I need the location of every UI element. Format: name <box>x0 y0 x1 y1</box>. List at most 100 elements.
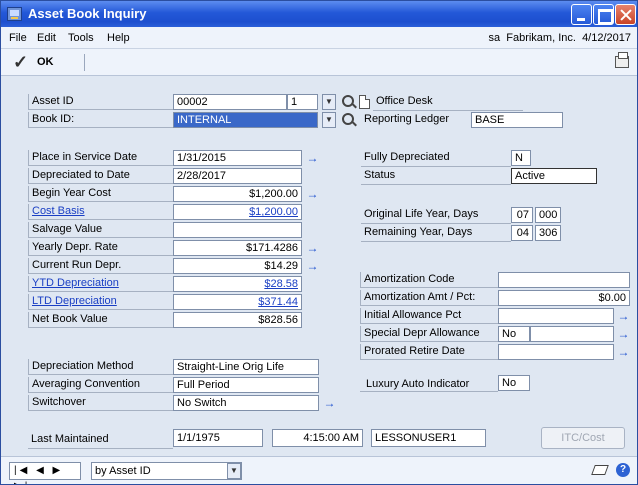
begin-year-cost-label: Begin Year Cost <box>28 186 173 202</box>
place-in-service-expand-icon[interactable]: → <box>305 151 320 166</box>
user-company-date: sa Fabrikam, Inc. 4/12/2017 <box>489 32 632 44</box>
prorated-retire-label: Prorated Retire Date <box>360 344 498 360</box>
user-date: 4/12/2017 <box>582 32 631 44</box>
begin-year-cost-field: $1,200.00 <box>173 186 302 202</box>
asset-id-dropdown-icon[interactable]: ▼ <box>322 94 336 110</box>
toolbar: ✓ OK <box>1 49 637 76</box>
user-name: sa <box>488 32 501 44</box>
ytd-depreciation-link[interactable]: YTD Depreciation <box>28 276 173 292</box>
company-name: Fabrikam, Inc. <box>506 32 576 44</box>
book-lookup-icon[interactable] <box>342 113 354 125</box>
initial-allowance-label: Initial Allowance Pct <box>360 308 498 324</box>
amortization-code-field <box>498 272 630 288</box>
ytd-depreciation-value-link[interactable]: $28.58 <box>173 276 302 292</box>
switchover-expand-icon[interactable]: → <box>322 396 337 411</box>
asset-note-icon[interactable] <box>359 95 370 109</box>
remaining-life-label: Remaining Year, Days <box>364 226 473 238</box>
asset-description-underline <box>373 110 523 111</box>
ltd-depreciation-link[interactable]: LTD Depreciation <box>28 294 173 310</box>
yearly-depr-rate-expand-icon[interactable]: → <box>305 241 320 256</box>
fully-depreciated-label: Fully Depreciated <box>364 151 450 163</box>
initial-allowance-expand-icon[interactable]: → <box>616 309 631 324</box>
menu-help[interactable]: Help <box>107 32 130 44</box>
depreciated-to-label: Depreciated to Date <box>28 168 173 184</box>
ltd-depreciation-value-link[interactable]: $371.44 <box>173 294 302 310</box>
original-life-days-field: 000 <box>535 207 561 223</box>
cost-basis-value-link[interactable]: $1,200.00 <box>173 204 302 220</box>
prorated-retire-field <box>498 344 614 360</box>
last-maintained-underline <box>28 448 173 449</box>
depreciation-method-label: Depreciation Method <box>28 359 173 375</box>
depreciation-method-field: Straight-Line Orig Life <box>173 359 319 375</box>
depreciated-to-field: 2/28/2017 <box>173 168 302 184</box>
begin-year-cost-expand-icon[interactable]: → <box>305 187 320 202</box>
status-label: Status <box>364 169 396 181</box>
asset-book-inquiry-window: Asset Book Inquiry File Edit Tools Help … <box>0 0 638 485</box>
status-field: Active <box>511 168 597 184</box>
place-in-service-field: 1/31/2015 <box>173 150 302 166</box>
menu-bar: File Edit Tools Help sa Fabrikam, Inc. 4… <box>1 27 637 49</box>
help-icon[interactable]: ? <box>616 463 630 477</box>
remaining-days-field: 306 <box>535 225 561 241</box>
amortization-amt-field: $0.00 <box>498 290 630 306</box>
current-run-depr-field: $14.29 <box>173 258 302 274</box>
initial-allowance-field <box>498 308 614 324</box>
switchover-label: Switchover <box>28 395 173 411</box>
special-allowance-field: No <box>498 326 530 342</box>
luxury-auto-field: No <box>498 375 530 391</box>
asset-description: Office Desk <box>376 95 433 107</box>
reporting-ledger-label: Reporting Ledger <box>364 113 450 125</box>
minimize-button[interactable] <box>571 4 592 25</box>
book-id-field[interactable]: INTERNAL <box>173 112 318 128</box>
last-maintained-label: Last Maintained <box>31 433 109 445</box>
special-allowance-label: Special Depr Allowance <box>360 326 498 342</box>
yearly-depr-rate-label: Yearly Depr. Rate <box>28 240 173 256</box>
asset-lookup-icon[interactable] <box>342 95 354 107</box>
app-icon <box>7 7 22 21</box>
place-in-service-label: Place in Service Date <box>28 150 173 166</box>
luxury-auto-underline <box>360 391 498 392</box>
amortization-code-label: Amortization Code <box>360 272 498 288</box>
window-title: Asset Book Inquiry <box>28 6 147 21</box>
menu-edit[interactable]: Edit <box>37 32 56 44</box>
last-maintained-date-field: 1/1/1975 <box>173 429 263 447</box>
book-id-label: Book ID: <box>28 112 173 128</box>
last-maintained-time-field: 4:15:00 AM <box>272 429 363 447</box>
print-icon[interactable] <box>615 52 629 68</box>
sort-dropdown-icon[interactable]: ▼ <box>227 463 241 479</box>
check-icon[interactable]: ✓ <box>13 52 28 73</box>
itc-cost-button[interactable]: ITC/Cost <box>541 427 625 449</box>
title-bar: Asset Book Inquiry <box>1 1 637 27</box>
net-book-value-field: $828.56 <box>173 312 302 328</box>
prorated-retire-expand-icon[interactable]: → <box>616 345 631 360</box>
last-maintained-user-field: LESSONUSER1 <box>371 429 486 447</box>
footer-bar: |◀ ◀ ▶ ▶| by Asset ID ▼ ? <box>1 456 637 484</box>
yearly-depr-rate-field: $171.4286 <box>173 240 302 256</box>
asset-id-field[interactable]: 00002 <box>173 94 287 110</box>
salvage-value-label: Salvage Value <box>28 222 173 238</box>
cost-basis-link[interactable]: Cost Basis <box>28 204 173 220</box>
remaining-life-underline <box>361 241 511 242</box>
close-button[interactable] <box>615 4 636 25</box>
current-run-depr-expand-icon[interactable]: → <box>305 259 320 274</box>
current-run-depr-label: Current Run Depr. <box>28 258 173 274</box>
menu-file[interactable]: File <box>9 32 27 44</box>
sort-order-select[interactable]: by Asset ID ▼ <box>91 462 242 480</box>
book-id-dropdown-icon[interactable]: ▼ <box>322 112 336 128</box>
net-book-value-label: Net Book Value <box>28 312 173 328</box>
switchover-field: No Switch <box>173 395 319 411</box>
original-life-years-field: 07 <box>511 207 533 223</box>
asset-id-label: Asset ID <box>28 94 173 110</box>
asset-suffix-field[interactable]: 1 <box>287 94 318 110</box>
fully-depreciated-underline <box>361 166 511 167</box>
maximize-button[interactable] <box>593 4 614 25</box>
original-life-underline <box>361 223 511 224</box>
toolbar-separator <box>84 54 85 71</box>
special-allowance-expand-icon[interactable]: → <box>616 327 631 342</box>
ok-button[interactable]: OK <box>37 56 54 68</box>
record-navigation[interactable]: |◀ ◀ ▶ ▶| <box>9 462 81 484</box>
special-allowance-extra-field <box>530 326 614 342</box>
note-icon[interactable] <box>591 465 609 475</box>
averaging-convention-label: Averaging Convention <box>28 377 173 393</box>
menu-tools[interactable]: Tools <box>68 32 94 44</box>
